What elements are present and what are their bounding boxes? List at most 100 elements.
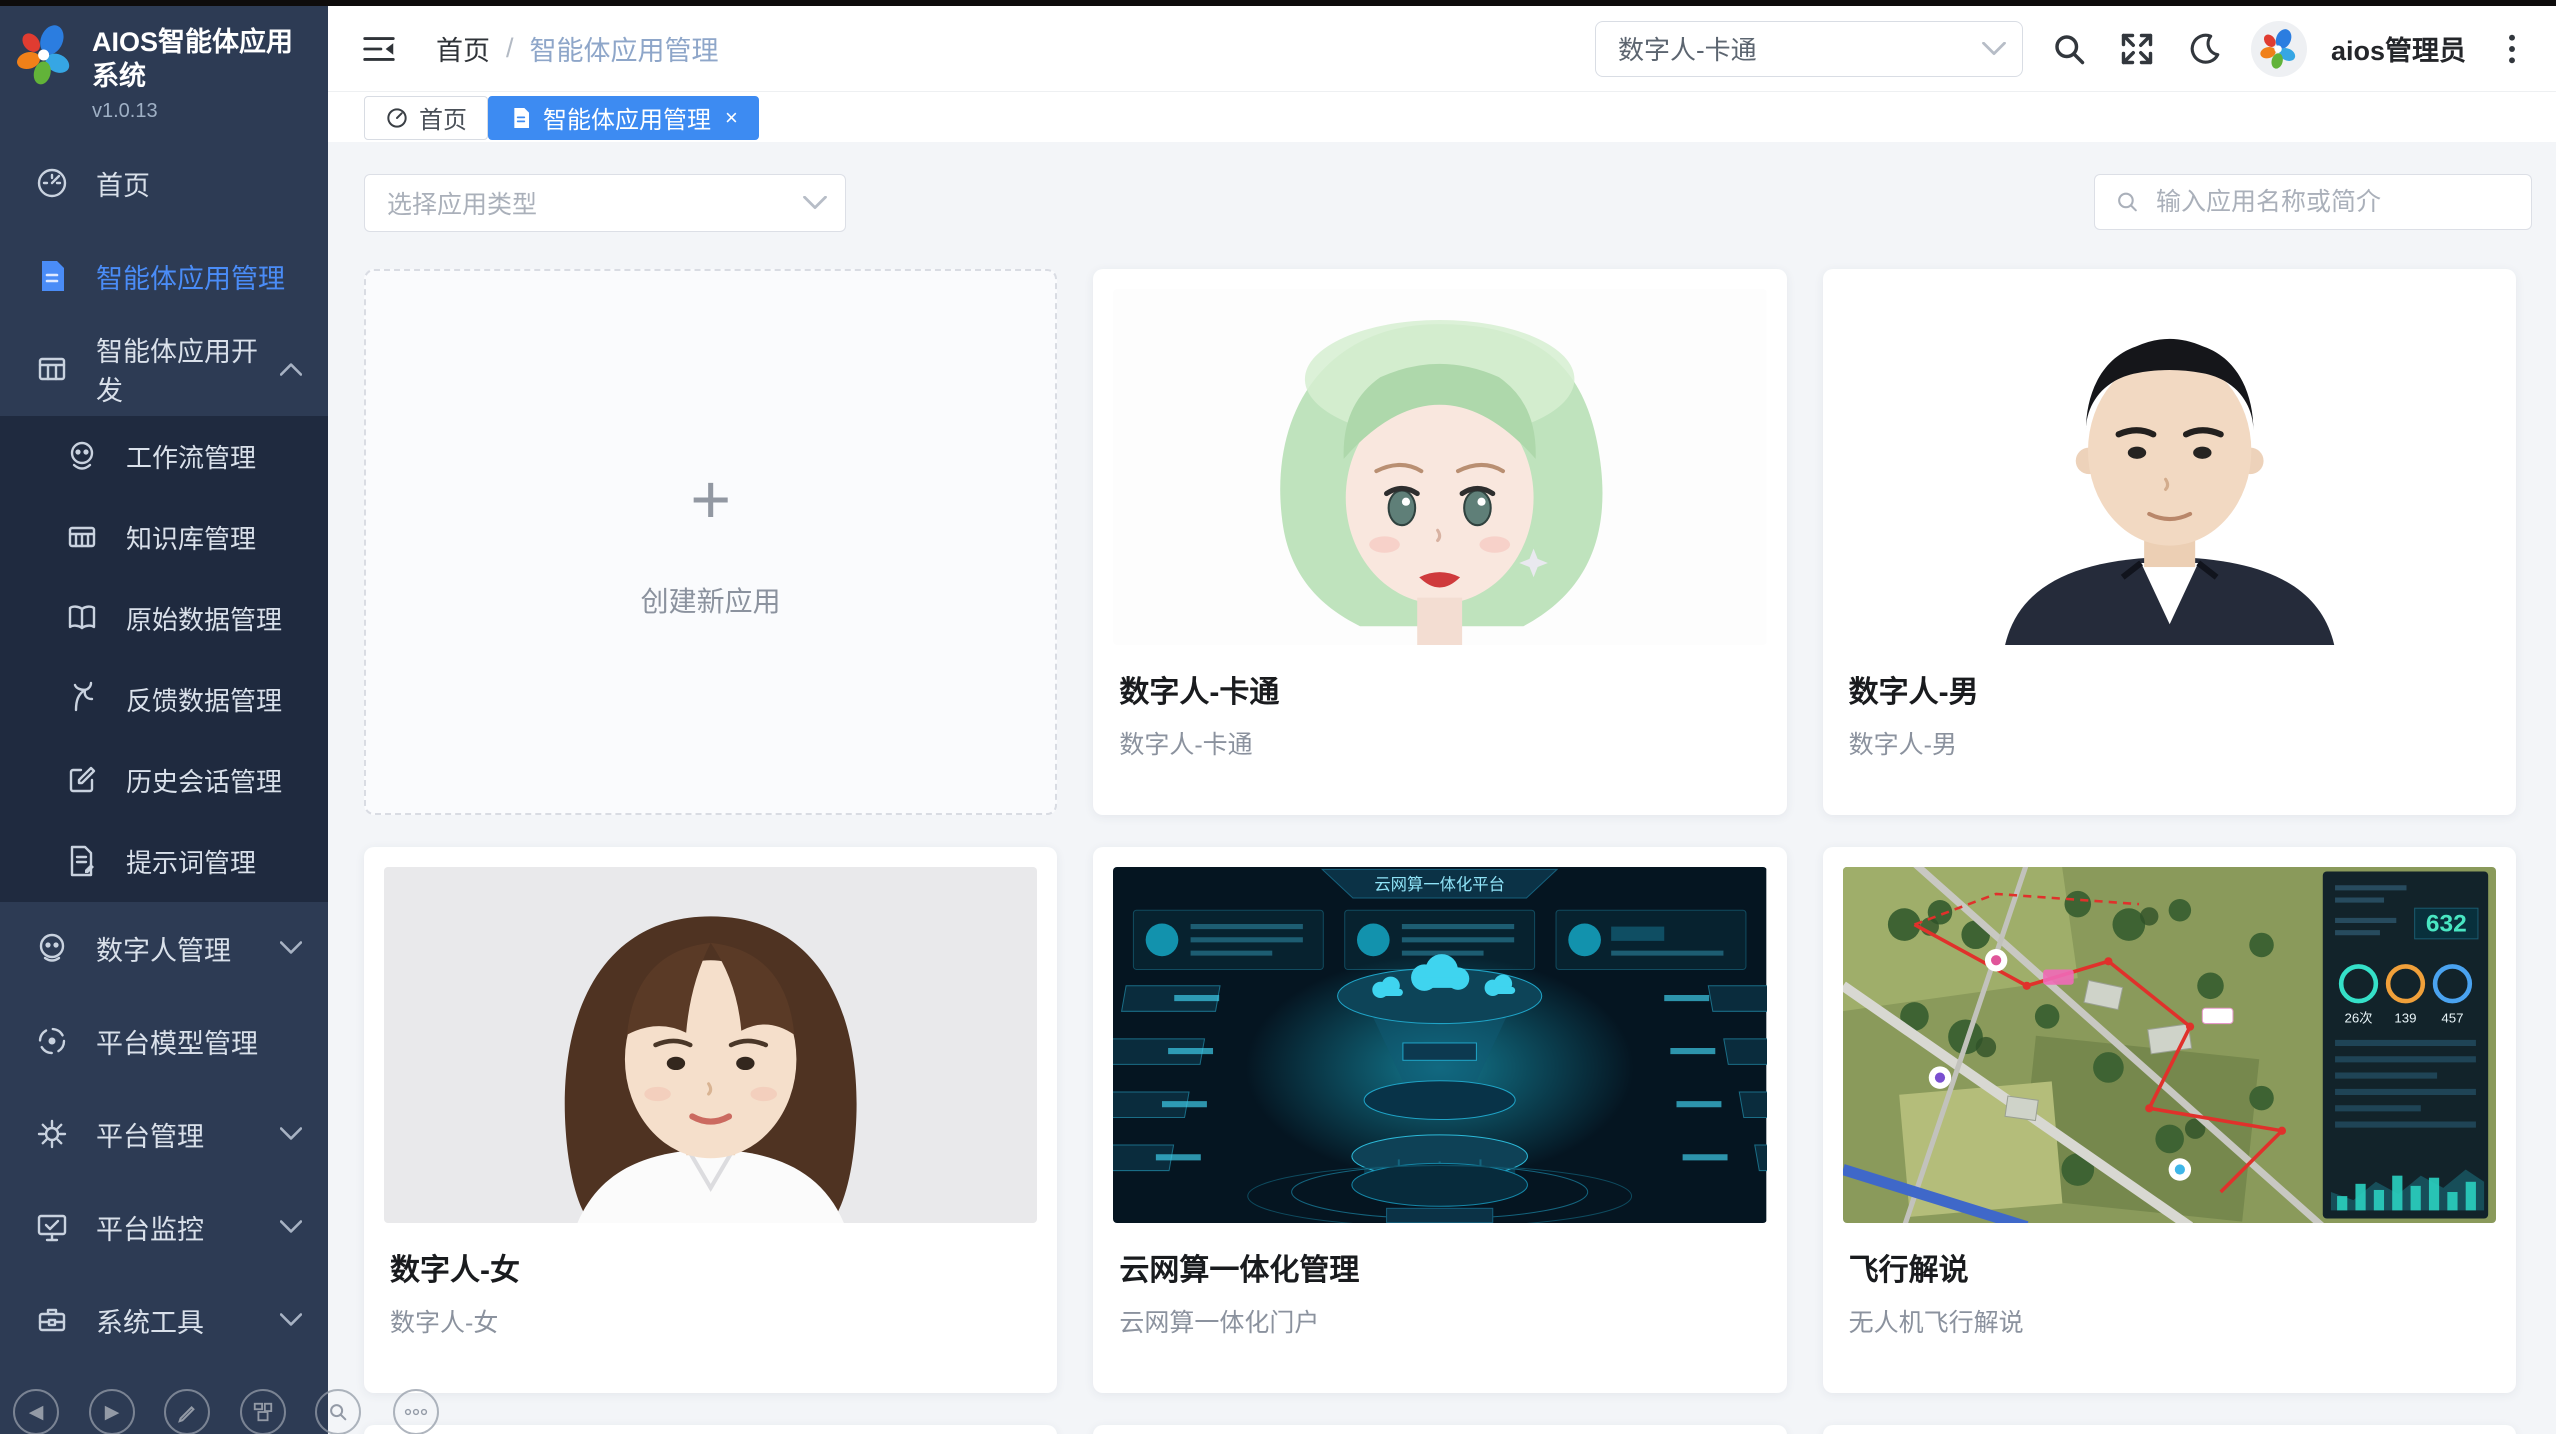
fab-edit-button[interactable]	[164, 1389, 210, 1434]
prompt-doc-icon	[64, 843, 100, 879]
tab-label: 智能体应用管理	[543, 100, 711, 135]
sidebar-item-history-session[interactable]: 历史会话管理	[0, 740, 328, 821]
platform-model-icon	[34, 1023, 70, 1059]
topbar-right: 数字人-卡通	[1595, 21, 2534, 77]
sidebar-item-home[interactable]: 首页	[0, 137, 328, 230]
chevron-down-icon	[1982, 42, 2006, 56]
dashboard-icon	[385, 106, 409, 130]
cloud-network-dashboard: 云网算一体化平台	[1113, 867, 1766, 1223]
fullscreen-icon	[2119, 31, 2155, 67]
dark-mode-toggle[interactable]	[2183, 27, 2227, 71]
sidebar-item-workflow[interactable]: 工作流管理	[0, 416, 328, 497]
tab-app-management[interactable]: 智能体应用管理 ×	[488, 96, 759, 140]
app-title: AIOS智能体应用系统	[92, 26, 316, 94]
app-card-title: 飞行解说	[1849, 1245, 2490, 1289]
app-card-flight[interactable]: 632 26次 139 457	[1823, 847, 2516, 1393]
sidebar-submenu: 工作流管理 知识库管理 原始数据管理 反馈数据管理	[0, 416, 328, 902]
sidebar-item-label: 原始数据管理	[126, 600, 282, 637]
sidebar-item-feedback-data[interactable]: 反馈数据管理	[0, 659, 328, 740]
svg-text:457: 457	[2441, 1011, 2463, 1026]
sidebar: AIOS智能体应用系统 v1.0.13 首页 智能体应用管理 智能体应用开发	[0, 0, 328, 1434]
sidebar-item-digital-human[interactable]: 数字人管理	[0, 902, 328, 995]
svg-text:26次: 26次	[2344, 1011, 2372, 1026]
tab-close-icon[interactable]: ×	[725, 105, 738, 131]
fab-search-button[interactable]	[315, 1389, 361, 1434]
sidebar-collapse-button[interactable]	[358, 28, 400, 70]
sidebar-item-platform-model[interactable]: 平台模型管理	[0, 995, 328, 1088]
sidebar-item-label: 反馈数据管理	[126, 681, 282, 718]
sidebar-item-platform-admin[interactable]: 平台管理	[0, 1088, 328, 1181]
tab-home[interactable]: 首页	[364, 96, 488, 140]
sidebar-item-app-development[interactable]: 智能体应用开发	[0, 323, 328, 416]
raw-data-book-icon	[64, 600, 100, 636]
sidebar-item-app-management[interactable]: 智能体应用管理	[0, 230, 328, 323]
app-card-title: 云网算一体化管理	[1119, 1245, 1760, 1289]
forward-icon: ▶	[105, 1401, 120, 1424]
app-window: AIOS智能体应用系统 v1.0.13 首页 智能体应用管理 智能体应用开发	[0, 0, 2556, 1434]
app-card-subtitle: 数字人-女	[390, 1303, 1031, 1339]
model-select[interactable]: 数字人-卡通	[1595, 21, 2023, 77]
user-name: aios管理员	[2331, 29, 2466, 68]
app-logo-icon	[12, 22, 78, 88]
chevron-down-icon	[280, 1313, 302, 1327]
create-app-card[interactable]: + 创建新应用	[364, 269, 1057, 815]
chevron-down-icon	[280, 1127, 302, 1141]
search-icon	[327, 1401, 349, 1423]
drone-flight-map: 632 26次 139 457	[1843, 867, 2496, 1223]
app-card-partial[interactable]	[1823, 1425, 2516, 1434]
svg-text:632: 632	[2426, 911, 2467, 938]
app-card-partial[interactable]	[1093, 1425, 1786, 1434]
feedback-data-icon	[64, 681, 100, 717]
fab-layout-button[interactable]	[240, 1389, 286, 1434]
female-digital-human-avatar	[384, 867, 1037, 1223]
app-card-title: 数字人-卡通	[1119, 667, 1760, 711]
search-icon	[2051, 31, 2087, 67]
user-avatar[interactable]	[2251, 21, 2307, 77]
sidebar-item-label: 知识库管理	[126, 519, 256, 556]
breadcrumb-separator: /	[506, 33, 514, 64]
app-card-subtitle: 数字人-男	[1849, 725, 2490, 761]
more-menu-button[interactable]	[2490, 27, 2534, 71]
app-card-cloud-network[interactable]: 云网算一体化平台	[1093, 847, 1786, 1393]
sidebar-item-platform-monitor[interactable]: 平台监控	[0, 1181, 328, 1274]
platform-gear-icon	[34, 1116, 70, 1152]
platform-monitor-icon	[34, 1209, 70, 1245]
sidebar-item-label: 智能体应用开发	[96, 330, 280, 408]
fullscreen-button[interactable]	[2115, 27, 2159, 71]
sidebar-item-raw-data[interactable]: 原始数据管理	[0, 578, 328, 659]
dashboard-icon	[34, 165, 70, 201]
header-search-button[interactable]	[2047, 27, 2091, 71]
app-search-input[interactable]	[2154, 187, 2511, 218]
sidebar-item-label: 系统工具	[96, 1301, 204, 1340]
sidebar-item-prompt[interactable]: 提示词管理	[0, 821, 328, 902]
sidebar-item-label: 历史会话管理	[126, 762, 282, 799]
app-type-select[interactable]: 选择应用类型	[364, 174, 846, 232]
fab-more-button[interactable]	[393, 1389, 439, 1434]
sidebar-item-label: 工作流管理	[126, 438, 256, 475]
sidebar-item-label: 首页	[96, 164, 150, 203]
sidebar-item-knowledge[interactable]: 知识库管理	[0, 497, 328, 578]
app-card-male[interactable]: 数字人-男 数字人-男	[1823, 269, 2516, 815]
app-card-title: 数字人-女	[390, 1245, 1031, 1289]
content-area: 选择应用类型 + 创建新应用	[328, 142, 2556, 1434]
app-card-female[interactable]: 数字人-女 数字人-女	[364, 847, 1057, 1393]
main-area: 首页 / 智能体应用管理 数字人-卡通	[328, 6, 2556, 1434]
window-top-strip	[0, 0, 2556, 6]
sidebar-item-system-tools[interactable]: 系统工具	[0, 1274, 328, 1367]
app-card-partial[interactable]	[364, 1425, 1057, 1434]
fab-back-button[interactable]: ◀	[13, 1389, 59, 1434]
app-card-subtitle: 数字人-卡通	[1119, 725, 1760, 761]
breadcrumb-home[interactable]: 首页	[436, 29, 490, 68]
topbar: 首页 / 智能体应用管理 数字人-卡通	[328, 6, 2556, 92]
tab-label: 首页	[419, 100, 467, 135]
app-document-icon	[34, 258, 70, 294]
breadcrumb-current: 智能体应用管理	[530, 29, 719, 68]
cartoon-girl-avatar	[1113, 289, 1766, 645]
fab-forward-button[interactable]: ▶	[89, 1389, 135, 1434]
tabs-bar: 首页 智能体应用管理 ×	[328, 92, 2556, 144]
app-card-cartoon[interactable]: 数字人-卡通 数字人-卡通	[1093, 269, 1786, 815]
svg-text:云网算一体化平台: 云网算一体化平台	[1375, 875, 1506, 894]
male-digital-human-avatar	[1843, 289, 2496, 645]
plus-icon: +	[690, 464, 731, 534]
layout-icon	[252, 1401, 274, 1423]
